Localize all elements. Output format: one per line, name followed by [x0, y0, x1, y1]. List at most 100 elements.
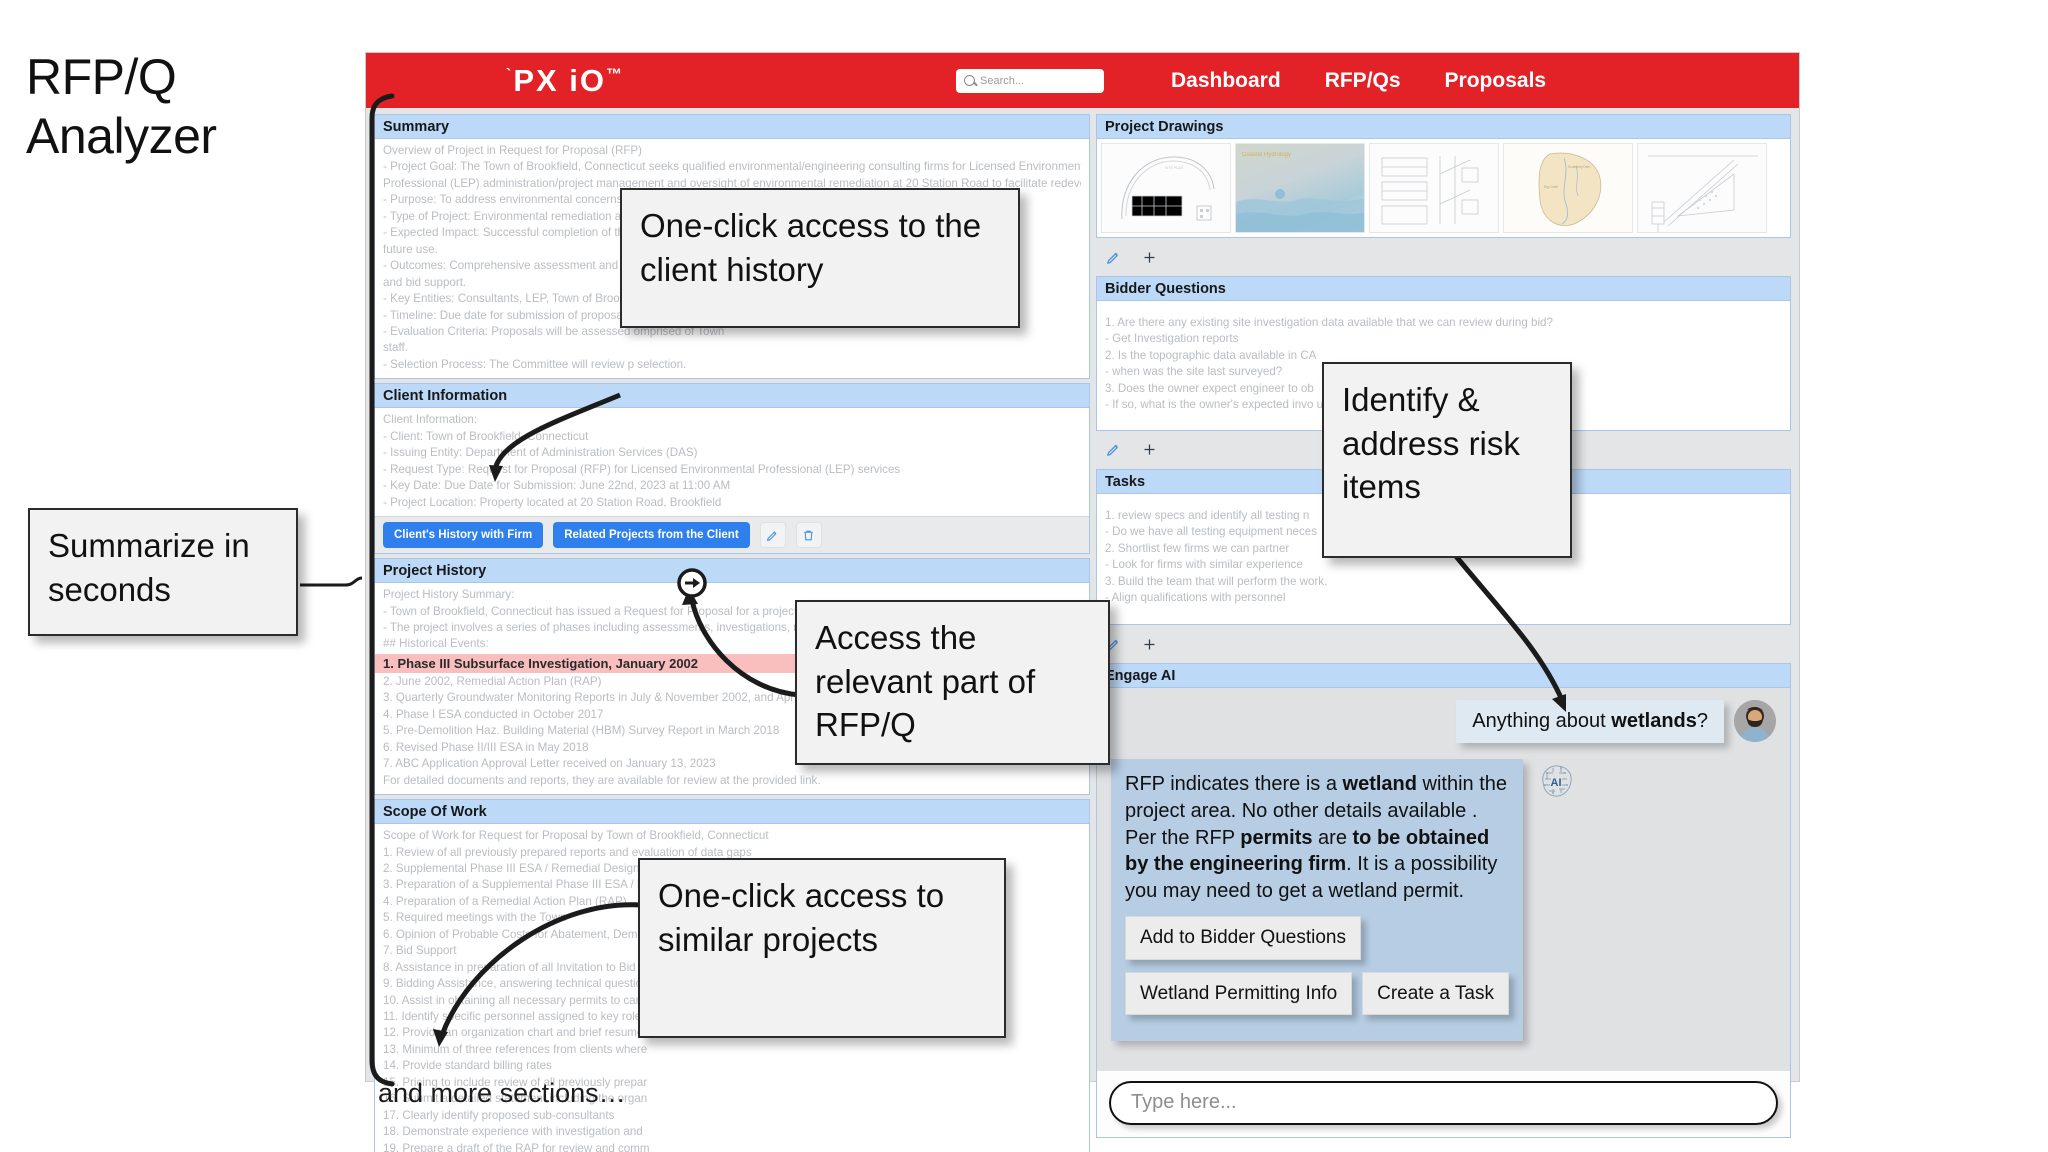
- brand-logo-text: PX iO: [513, 62, 607, 98]
- chat-message-user: Anything about wetlands?: [1111, 700, 1776, 744]
- project-drawings-strip: SITE PLAN Coastal Hydrology Southbury Da…: [1097, 139, 1790, 237]
- clients-history-with-firm-button[interactable]: Client's History with Firm: [383, 522, 544, 549]
- right-column: Project Drawings SITE PLAN Coastal Hydro…: [1096, 114, 1791, 1138]
- callout-similar-projects-text: One-click access to similar projects: [658, 877, 945, 958]
- ai-suggested-actions: Add to Bidder Questions Wetland Permitti…: [1125, 916, 1509, 1027]
- wetland-permitting-info-button[interactable]: Wetland Permitting Info: [1125, 971, 1353, 1015]
- brand-logo: `PX iO™: [506, 62, 625, 98]
- coastal-hydrology-map[interactable]: Coastal Hydrology: [1235, 143, 1365, 233]
- add-to-bidder-questions-button[interactable]: Add to Bidder Questions: [1125, 916, 1361, 960]
- panel-engage-ai: Engage AI Anything about wetlands? RFP i…: [1096, 663, 1791, 1138]
- add-plus-icon[interactable]: [1136, 631, 1162, 657]
- nav-item-proposals[interactable]: Proposals: [1445, 69, 1547, 93]
- project-history-event: For detailed documents and reports, they…: [383, 773, 821, 787]
- client-info-line: - Project Location: Property located at …: [383, 495, 722, 509]
- callout-client-history: One-click access to the client history: [620, 188, 1020, 328]
- create-a-task-button[interactable]: Create a Task: [1362, 971, 1509, 1015]
- ai-brain-icon: AI: [1533, 759, 1579, 805]
- panel-project-drawings: Project Drawings SITE PLAN Coastal Hydro…: [1096, 114, 1791, 238]
- search-input[interactable]: Search...: [956, 68, 1104, 93]
- callout-relevant-part: Access the relevant part of RFP/Q: [795, 600, 1110, 765]
- add-plus-icon[interactable]: [1136, 437, 1162, 463]
- scope-item: 13. Minimum of three references from cli…: [383, 1042, 648, 1056]
- scope-item: 17. Clearly identify proposed sub-consul…: [383, 1108, 615, 1122]
- user-message-suffix: ?: [1696, 710, 1708, 733]
- svg-text:Southbury Dam: Southbury Dam: [1568, 165, 1590, 169]
- app-body: Summary Overview of Project in Request f…: [366, 108, 1799, 1152]
- edit-pencil-icon[interactable]: [1100, 437, 1126, 463]
- user-message-prefix: Anything about: [1472, 710, 1612, 733]
- nav-item-dashboard[interactable]: Dashboard: [1171, 69, 1281, 93]
- project-drawings-actions: [1096, 238, 1791, 276]
- task-item: 3. Build the team that will perform the …: [1105, 574, 1328, 588]
- edit-pencil-icon[interactable]: [1100, 244, 1126, 270]
- summary-line: - Project Goal: The Town of Brookfield, …: [383, 160, 1081, 174]
- ai-text-b1: wetland: [1342, 773, 1417, 796]
- summary-line: staff.: [383, 341, 408, 355]
- task-note: - Look for firms with similar experience: [1105, 558, 1303, 572]
- trash-icon[interactable]: [795, 522, 822, 549]
- ai-text-p1: RFP indicates there is a: [1125, 773, 1343, 796]
- client-info-line: Client Information:: [383, 413, 478, 427]
- chat-message-ai: RFP indicates there is a wetland within …: [1111, 759, 1776, 1041]
- client-info-line: - Client: Town of Brookfield, Connecticu…: [383, 429, 589, 443]
- watershed-basin-map[interactable]: Southbury Dam Big Creek: [1503, 143, 1633, 233]
- panel-project-drawings-title: Project Drawings: [1097, 115, 1790, 139]
- task-note: - Align qualifications with personnel: [1105, 590, 1286, 604]
- callout-summarize-text: Summarize in seconds: [48, 527, 250, 608]
- user-message-keyword: wetlands: [1611, 710, 1697, 733]
- callout-client-history-text: One-click access to the client history: [640, 207, 982, 288]
- svg-text:Coastal Hydrology: Coastal Hydrology: [1242, 152, 1291, 158]
- search-icon: [964, 75, 975, 86]
- panel-client-information: Client Information Client Information: -…: [374, 383, 1090, 555]
- panel-engage-ai-title: Engage AI: [1097, 664, 1790, 689]
- bidder-question: 1. Are there any existing site investiga…: [1105, 316, 1553, 329]
- panel-summary-title: Summary: [375, 115, 1089, 139]
- app-window: `PX iO™ Search... Dashboard RFP/Qs Propo…: [365, 52, 1800, 1152]
- panel-project-history-title: Project History: [375, 559, 1089, 584]
- edit-pencil-icon[interactable]: [759, 522, 786, 549]
- site-plan-drawing[interactable]: SITE PLAN: [1101, 143, 1231, 233]
- scope-item: 18. Demonstrate experience with investig…: [383, 1125, 643, 1139]
- ai-text-p3: are: [1312, 826, 1353, 849]
- client-info-line: - Issuing Entity: Department of Administ…: [383, 446, 698, 460]
- svg-text:SITE PLAN: SITE PLAN: [1165, 166, 1183, 170]
- add-plus-icon[interactable]: [1136, 244, 1162, 270]
- page-title-line2: Analyzer: [26, 108, 217, 164]
- scope-item: 19. Prepare a draft of the RAP for revie…: [383, 1141, 650, 1152]
- scope-item: 14. Provide standard billing rates: [383, 1059, 552, 1073]
- callout-risk-items: Identify & address risk items: [1322, 362, 1572, 558]
- summary-line: - Selection Process: The Committee will …: [383, 357, 687, 371]
- panel-client-information-title: Client Information: [375, 384, 1089, 409]
- search-placeholder: Search...: [980, 74, 1025, 87]
- ai-message-bubble: RFP indicates there is a wetland within …: [1111, 759, 1523, 1041]
- panel-bidder-questions-title: Bidder Questions: [1097, 277, 1790, 301]
- bidder-question-note: - Get Investigation reports: [1105, 332, 1239, 346]
- callout-risk-items-text: Identify & address risk items: [1342, 381, 1520, 506]
- client-info-line: - Request Type: Request for Proposal (RF…: [383, 462, 901, 476]
- user-message-bubble: Anything about wetlands?: [1456, 700, 1724, 744]
- svg-text:AI: AI: [1551, 777, 1562, 789]
- nav-item-rfpqs[interactable]: RFP/Qs: [1325, 69, 1401, 93]
- page-title: RFP/Q Analyzer: [26, 48, 217, 166]
- section-elevation-drawing[interactable]: [1637, 143, 1767, 233]
- structural-detail-drawing[interactable]: [1369, 143, 1499, 233]
- chat-input-placeholder: Type here...: [1131, 1091, 1237, 1114]
- svg-text:Big Creek: Big Creek: [1544, 185, 1558, 189]
- ai-text-b2: permits: [1240, 826, 1313, 849]
- summary-line: Overview of Project in Request for Propo…: [383, 144, 643, 157]
- ai-message-text: RFP indicates there is a wetland within …: [1125, 771, 1509, 904]
- callout-similar-projects: One-click access to similar projects: [638, 858, 1006, 1038]
- scope-intro: Scope of Work for Request for Proposal b…: [383, 829, 769, 843]
- footer-note: and more sections…: [378, 1078, 626, 1108]
- panel-client-information-actions: Client's History with Firm Related Proje…: [375, 516, 1089, 554]
- user-avatar: [1734, 700, 1776, 743]
- client-info-line: - Key Date: Due Date for Submission: Jun…: [383, 479, 731, 493]
- panel-scope-of-work-title: Scope Of Work: [375, 800, 1089, 825]
- chat-input[interactable]: Type here...: [1109, 1080, 1778, 1125]
- related-projects-from-client-button[interactable]: Related Projects from the Client: [553, 522, 750, 549]
- app-topbar: `PX iO™ Search... Dashboard RFP/Qs Propo…: [366, 53, 1799, 108]
- panel-client-information-body: Client Information: - Client: Town of Br…: [375, 408, 1089, 517]
- page-title-line1: RFP/Q: [26, 49, 177, 105]
- engage-ai-chat: Anything about wetlands? RFP indicates t…: [1097, 688, 1790, 1071]
